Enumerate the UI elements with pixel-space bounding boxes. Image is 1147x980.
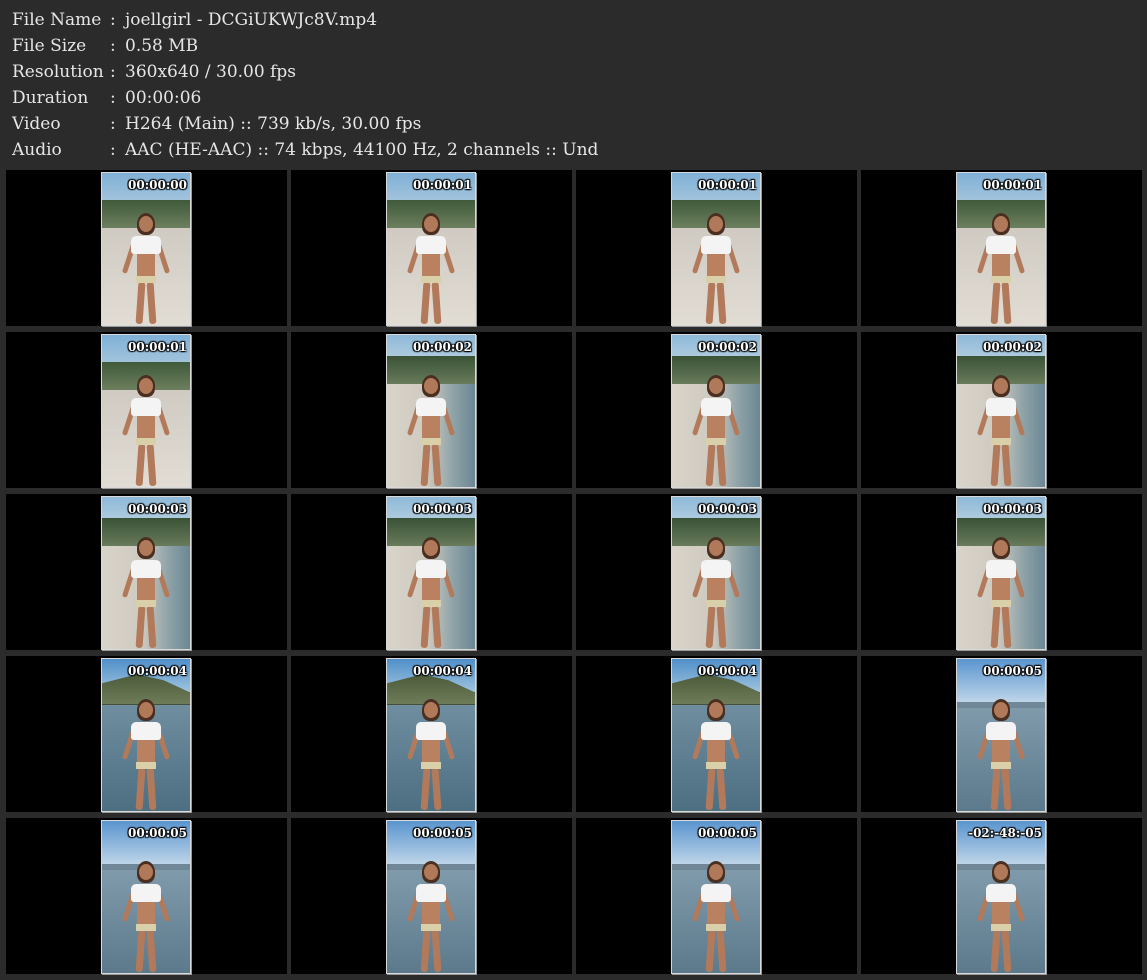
video-frame-thumbnail: 00:00:03	[671, 496, 761, 650]
frame-timestamp: 00:00:05	[413, 826, 472, 840]
info-value: 00:00:06	[125, 88, 202, 108]
thumbnail-cell: -02:-48:-05	[861, 818, 1142, 974]
thumbnail-cell: 00:00:05	[861, 656, 1142, 812]
thumbnail-cell: 00:00:05	[6, 818, 287, 974]
thumbnail-cell: 00:00:01	[6, 332, 287, 488]
video-frame-thumbnail: 00:00:04	[386, 658, 476, 812]
video-frame-thumbnail: 00:00:05	[386, 820, 476, 974]
video-frame-thumbnail: 00:00:03	[386, 496, 476, 650]
info-key: File Name	[12, 10, 102, 30]
video-frame-thumbnail: 00:00:02	[956, 334, 1046, 488]
video-frame-thumbnail: 00:00:05	[671, 820, 761, 974]
info-separator: :	[110, 88, 116, 108]
video-frame-thumbnail: 00:00:01	[386, 172, 476, 326]
frame-timestamp: 00:00:03	[983, 502, 1042, 516]
thumbnail-cell: 00:00:05	[291, 818, 572, 974]
thumbnail-cell: 00:00:01	[861, 170, 1142, 326]
video-frame-thumbnail: 00:00:02	[671, 334, 761, 488]
video-frame-thumbnail: 00:00:01	[101, 334, 191, 488]
info-value: 360x640 / 30.00 fps	[125, 62, 296, 82]
frame-timestamp: 00:00:00	[128, 178, 187, 192]
video-frame-thumbnail: 00:00:02	[386, 334, 476, 488]
info-value: 0.58 MB	[125, 36, 199, 56]
info-separator: :	[110, 36, 116, 56]
info-value: AAC (HE-AAC) :: 74 kbps, 44100 Hz, 2 cha…	[125, 140, 599, 160]
frame-timestamp: 00:00:05	[128, 826, 187, 840]
frame-timestamp: 00:00:02	[413, 340, 472, 354]
thumbnail-cell: 00:00:04	[6, 656, 287, 812]
video-frame-thumbnail: 00:00:04	[101, 658, 191, 812]
thumbnail-cell: 00:00:02	[861, 332, 1142, 488]
info-key: File Size	[12, 36, 87, 56]
video-frame-thumbnail: 00:00:05	[101, 820, 191, 974]
thumbnail-cell: 00:00:00	[6, 170, 287, 326]
frame-timestamp: 00:00:02	[983, 340, 1042, 354]
thumbnail-cell: 00:00:04	[291, 656, 572, 812]
thumbnail-cell: 00:00:03	[291, 494, 572, 650]
file-info-panel: File Name : joellgirl - DCGiUKWJc8V.mp4 …	[0, 0, 1147, 168]
frame-timestamp: 00:00:01	[128, 340, 187, 354]
frame-timestamp: 00:00:03	[128, 502, 187, 516]
thumbnail-cell: 00:00:03	[576, 494, 857, 650]
frame-timestamp: 00:00:03	[698, 502, 757, 516]
info-key: Video	[12, 114, 61, 134]
frame-timestamp: 00:00:04	[698, 664, 757, 678]
frame-timestamp: 00:00:01	[983, 178, 1042, 192]
info-value: joellgirl - DCGiUKWJc8V.mp4	[125, 10, 378, 30]
thumbnail-grid: 00:00:00 00:00:01 00:00:01 00:00:01 00:00:01…	[0, 168, 1147, 980]
info-separator: :	[110, 62, 116, 82]
thumbnail-cell: 00:00:05	[576, 818, 857, 974]
thumbnail-cell: 00:00:01	[291, 170, 572, 326]
info-key: Duration	[12, 88, 89, 108]
info-separator: :	[110, 114, 116, 134]
frame-timestamp: 00:00:04	[128, 664, 187, 678]
frame-timestamp: 00:00:02	[698, 340, 757, 354]
frame-timestamp: -02:-48:-05	[968, 826, 1042, 840]
frame-timestamp: 00:00:01	[413, 178, 472, 192]
video-frame-thumbnail: 00:00:05	[956, 658, 1046, 812]
thumbnail-cell: 00:00:03	[861, 494, 1142, 650]
thumbnail-cell: 00:00:04	[576, 656, 857, 812]
info-value: H264 (Main) :: 739 kb/s, 30.00 fps	[125, 114, 422, 134]
video-frame-thumbnail: 00:00:01	[956, 172, 1046, 326]
thumbnail-cell: 00:00:03	[6, 494, 287, 650]
frame-timestamp: 00:00:03	[413, 502, 472, 516]
info-separator: :	[110, 140, 116, 160]
video-frame-thumbnail: 00:00:01	[671, 172, 761, 326]
thumbnail-cell: 00:00:02	[576, 332, 857, 488]
frame-timestamp: 00:00:04	[413, 664, 472, 678]
video-frame-thumbnail: -02:-48:-05	[956, 820, 1046, 974]
video-frame-thumbnail: 00:00:03	[956, 496, 1046, 650]
frame-timestamp: 00:00:05	[698, 826, 757, 840]
frame-timestamp: 00:00:01	[698, 178, 757, 192]
video-frame-thumbnail: 00:00:03	[101, 496, 191, 650]
video-frame-thumbnail: 00:00:04	[671, 658, 761, 812]
thumbnail-cell: 00:00:02	[291, 332, 572, 488]
info-key: Audio	[12, 140, 62, 160]
info-separator: :	[110, 10, 116, 30]
thumbnail-cell: 00:00:01	[576, 170, 857, 326]
info-key: Resolution	[12, 62, 104, 82]
video-frame-thumbnail: 00:00:00	[101, 172, 191, 326]
frame-timestamp: 00:00:05	[983, 664, 1042, 678]
